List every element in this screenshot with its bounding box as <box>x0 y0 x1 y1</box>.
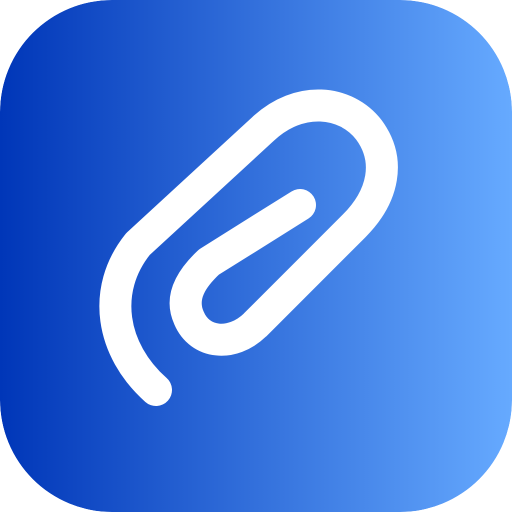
app-icon-artwork <box>0 0 512 512</box>
icon-background <box>0 0 512 512</box>
paperclip-app-icon[interactable] <box>0 0 512 512</box>
